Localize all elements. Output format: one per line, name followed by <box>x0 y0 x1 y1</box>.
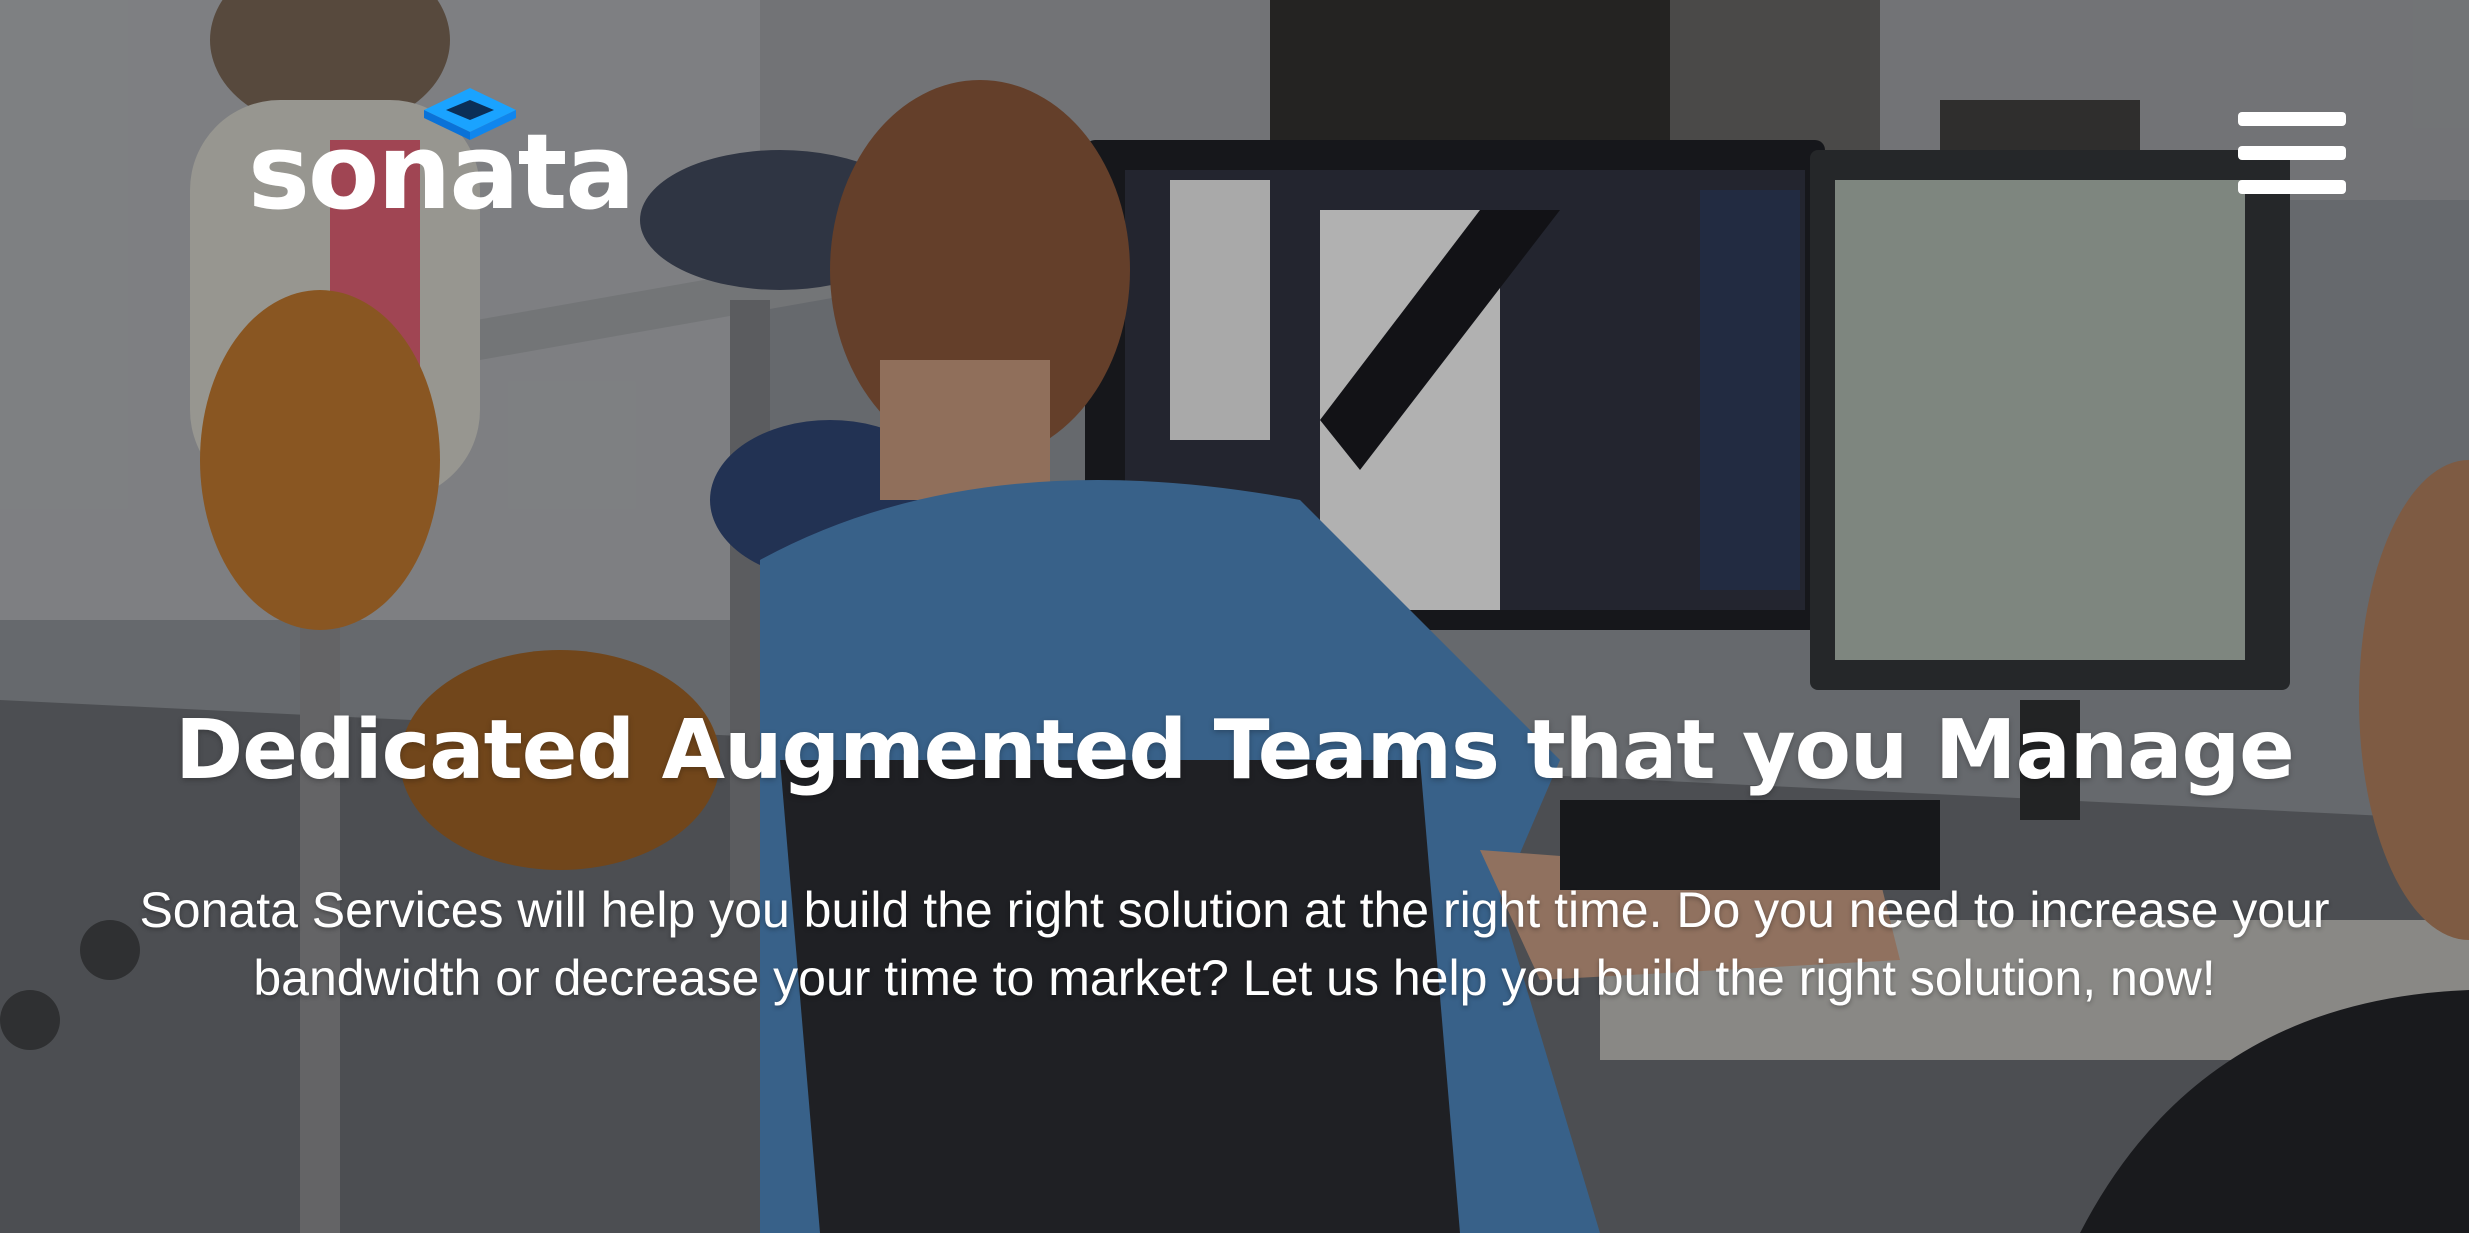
menu-bar-middle <box>2238 146 2346 160</box>
sonata-logo-link[interactable]: sonata <box>248 86 635 224</box>
hero-title: Dedicated Augmented Teams that you Manag… <box>175 703 2295 798</box>
hero-section: sonata Dedicated Augmented Teams that yo… <box>0 0 2469 1233</box>
menu-bar-top <box>2238 112 2346 126</box>
hamburger-menu-icon[interactable] <box>2238 110 2346 196</box>
logo-wordmark: sonata <box>248 111 635 233</box>
menu-bar-bottom <box>2238 180 2346 194</box>
hero-subtitle: Sonata Services will help you build the … <box>139 882 2330 1006</box>
